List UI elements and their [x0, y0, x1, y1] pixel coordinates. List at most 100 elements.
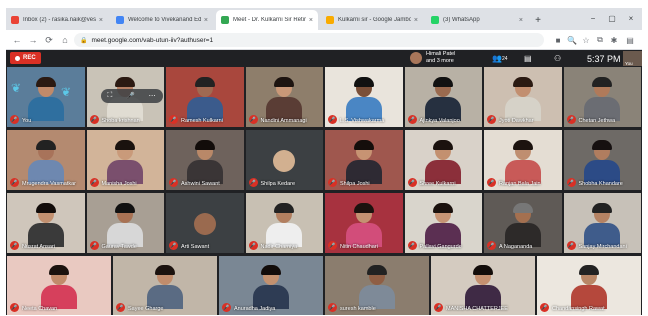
presenter-more: and 3 more [426, 57, 454, 64]
browser-tab[interactable]: Inbox (2) - rasika.naik@ves.ac.in× [6, 10, 108, 30]
camera-indicator-icon[interactable]: ■ [552, 33, 564, 47]
participant-tile[interactable]: 🎤 MANISHA CHATTERJEE [431, 256, 535, 315]
bookmark-star-icon[interactable]: ☆ [580, 33, 592, 47]
participant-tile[interactable]: 🎤 You ❦ ❦ [7, 67, 85, 127]
participant-video [504, 203, 541, 247]
participant-video [27, 77, 64, 121]
participant-video [193, 213, 216, 235]
participant-name: Neeta Chavan [22, 306, 58, 312]
participant-tile[interactable]: 🎤 Ajinkya Valanjoo [404, 67, 482, 127]
participant-tile[interactable]: 🎤 Nusrat Ansari [7, 193, 85, 253]
back-icon[interactable]: ← [10, 33, 24, 47]
mic-off-icon: 🎤 [487, 178, 496, 187]
tab-favicon-icon [326, 16, 334, 24]
participant-name: Gaurav Tawde [101, 244, 137, 250]
participant-name: Nadir Charniya [260, 244, 298, 250]
browser-tab[interactable]: Meet - Dr. Kulkarni Sir Retirement× [216, 10, 318, 30]
participant-tile[interactable]: 🎤 Chandansingh Rawat [537, 256, 641, 315]
participant-tile[interactable]: 🎤 Shilpa Joshi [325, 130, 403, 190]
participant-tile[interactable]: 🎤 Nadir Charniya [245, 193, 323, 253]
participant-tile[interactable]: 🎤 Sanjay Mirchandani [563, 193, 641, 253]
address-bar[interactable]: 🔒 meet.google.com/vab-utun-iiv?authuser=… [74, 33, 544, 47]
mic-off-icon: 🎤 [248, 178, 258, 187]
browser-tab[interactable]: (3) WhatsApp × [426, 10, 528, 30]
participant-tile[interactable]: 🎤 Manisha Joshi [86, 130, 164, 190]
new-tab-button[interactable]: + [531, 10, 545, 30]
chat-icon[interactable]: ▤ [524, 52, 532, 65]
meeting-clock: 5:37 PM [587, 53, 621, 64]
participant-video [186, 140, 223, 184]
browser-tab[interactable]: Welcome to Vivekanand Education Society× [111, 10, 213, 30]
participant-tile[interactable]: 🎤 Gaurav Tawde [86, 193, 164, 253]
reload-icon[interactable]: ⟳ [42, 33, 56, 47]
search-icon[interactable]: 🔍 [566, 33, 578, 47]
presenter-info[interactable]: Himali Patel and 3 more [410, 51, 455, 64]
maximize-icon[interactable]: ▢ [605, 8, 619, 28]
presenter-avatar [410, 51, 422, 64]
participant-tile[interactable]: 🎤 Anuradha Jadiya [219, 256, 323, 315]
recording-dot-icon [15, 55, 20, 61]
mic-off-icon: 🎤 [487, 115, 496, 124]
participant-tile[interactable]: 🎤 L.S. Vishwakarma [325, 67, 403, 127]
participant-tile[interactable]: 🎤 Ranjan Bala Jain [484, 130, 562, 190]
tab-favicon-icon [11, 16, 19, 24]
tab-close-icon[interactable]: × [99, 17, 103, 24]
mic-off-icon: 🎤 [116, 303, 125, 312]
extension-icon[interactable]: ⧉ [594, 33, 606, 47]
participant-tile[interactable]: 🎤 A Nagananda [484, 193, 562, 253]
home-icon[interactable]: ⌂ [58, 33, 72, 47]
participant-tile[interactable]: 🎤 Chetan Jethwa [563, 67, 641, 127]
tab-title: (3) WhatsApp [443, 17, 480, 23]
mic-off-icon: 🎤 [328, 178, 337, 187]
tab-title: Inbox (2) - rasika.naik@ves.ac.in [23, 17, 96, 23]
participant-tile[interactable]: 🎤 Nandini Ammanagi [245, 67, 323, 127]
tab-close-icon[interactable]: × [519, 17, 523, 24]
participant-video [504, 140, 541, 184]
participant-tile[interactable]: 🎤 Sayee Gharge [113, 256, 217, 315]
participant-tile[interactable]: 🎤 Nitin Chaudhari [325, 193, 403, 253]
tab-close-icon[interactable]: × [309, 17, 313, 24]
browser-tab[interactable]: Kulkarni sir - Google Jamboard× [321, 10, 423, 30]
participant-tile[interactable]: 🎤 Ashwini Sawant [166, 130, 244, 190]
screenshot: Inbox (2) - rasika.naik@ves.ac.in×Welcom… [0, 0, 648, 316]
mic-off-icon: 🎤 [407, 115, 417, 124]
participant-name: Pallavi Gangurde [419, 244, 462, 250]
mic-off-icon: 🎤 [328, 241, 337, 250]
participant-tile[interactable]: 🎤 Mrugendra Vasmatkar [7, 130, 85, 190]
participant-video [425, 140, 462, 184]
forward-icon[interactable]: → [26, 33, 40, 47]
participant-tile[interactable]: 🎤 Shoba krishnan ⛶ 🎤 ⋯ [86, 67, 164, 127]
mic-off-icon: 🎤 [566, 115, 576, 124]
tab-close-icon[interactable]: × [414, 17, 418, 24]
participant-tile[interactable]: 🎤 suresh kamble [325, 256, 429, 315]
close-window-icon[interactable]: × [624, 8, 638, 28]
pin-icon[interactable]: ⛶ [107, 92, 112, 100]
participant-tile[interactable]: 🎤 Pallavi Gangurde [404, 193, 482, 253]
activities-icon[interactable]: ⚇ [554, 52, 561, 65]
more-options-icon[interactable]: ⋯ [149, 92, 156, 100]
participant-tile[interactable]: 🎤 Shree Kulkarni [404, 130, 482, 190]
participant-name: Shoba krishnan [101, 118, 140, 124]
participant-video [425, 77, 462, 121]
self-view-thumbnail[interactable]: You [623, 51, 642, 66]
url-text: meet.google.com/vab-utun-iiv?authuser=1 [91, 36, 214, 44]
tab-close-icon[interactable]: × [204, 17, 208, 24]
people-icon[interactable]: 👥 24 [492, 52, 508, 65]
participant-tile[interactable]: 🎤 Shobha Khandare [563, 130, 641, 190]
participant-name: Shilpa Joshi [340, 181, 370, 187]
participant-tile[interactable]: 🎤 Ramesh Kulkarni [166, 67, 244, 127]
mic-off-icon: 🎤 [169, 241, 178, 250]
participant-name: Ramesh Kulkarni [181, 118, 223, 124]
menu-icon[interactable]: ▤ [624, 33, 636, 47]
mute-icon[interactable]: 🎤 [126, 92, 135, 100]
tab-title: Meet - Dr. Kulkarni Sir Retirement [233, 17, 306, 23]
participant-tile[interactable]: 🎤 Arti Sawant [166, 193, 244, 253]
participant-tile[interactable]: 🎤 Shilpa Kedare [245, 130, 323, 190]
puzzle-icon[interactable]: ✱ [608, 33, 620, 47]
recording-badge: REC [10, 52, 41, 64]
minimize-icon[interactable]: − [586, 8, 600, 28]
participant-video [107, 203, 144, 247]
participant-name: You [22, 118, 32, 124]
participant-tile[interactable]: 🎤 Jyoti Dawkhar [484, 67, 562, 127]
participant-tile[interactable]: 🎤 Neeta Chavan [7, 256, 111, 315]
